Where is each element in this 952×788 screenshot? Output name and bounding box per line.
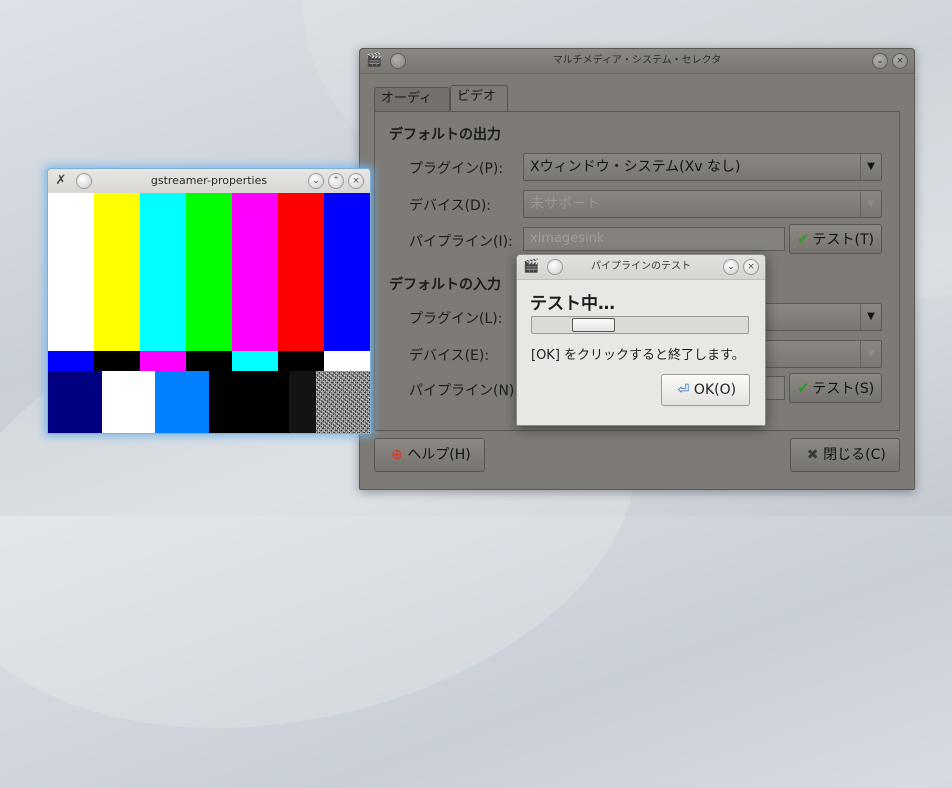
input-section-title: デフォルトの入力 [389,277,501,293]
color-bar-top [278,193,325,351]
close-button[interactable]: ✖ 閉じる(C) [790,438,900,472]
color-bar-top [232,193,279,351]
output-device-combo[interactable]: 未サポート ▼ [523,190,882,218]
gst-close-button[interactable]: × [348,173,364,189]
dialog-menu-button[interactable] [547,259,563,275]
color-bar-mid [94,351,141,371]
color-bar-bottom [155,371,210,433]
color-bar-mid [232,351,279,371]
dialog-close-button[interactable]: × [743,259,759,275]
color-bar-top [324,193,370,351]
gst-minimize-button[interactable]: ⌄ [308,173,324,189]
close-x-icon: ✖ [806,447,819,463]
main-window-title: マルチメディア・システム・セレクタ [552,55,722,66]
gst-menu-button[interactable] [76,173,92,189]
app-icon[interactable]: 🎬 [523,259,539,275]
input-plugin-label: プラグイン(L): [409,311,503,327]
check-icon: ✔ [796,230,810,248]
gst-maximize-button[interactable]: ⌃ [328,173,344,189]
tab-video-label: ビデオ [457,89,497,104]
window-menu-button[interactable] [390,53,406,69]
output-pipeline-label: パイプライン(I): [409,234,513,250]
color-bar-top [140,193,187,351]
color-bar-bottom [102,371,156,433]
input-test-label: テスト(S) [812,381,875,397]
dialog-minimize-button[interactable]: ⌄ [723,259,739,275]
color-bar-top [94,193,141,351]
lifebuoy-icon: ⊕ [390,447,403,463]
help-button[interactable]: ⊕ ヘルプ(H) [374,438,485,472]
chevron-down-icon: ▼ [860,304,881,330]
output-plugin-value: Xウィンドウ・システム(Xv なし) [530,159,741,175]
dialog-titlebar[interactable]: 🎬 パイプラインのテスト ⌄ × [517,255,765,280]
color-bar-mid [324,351,370,371]
output-device-label: デバイス(D): [409,198,492,214]
gst-window-title: gstreamer-properties [150,174,268,187]
gst-titlebar[interactable]: ✗ gstreamer-properties ⌄ ⌃ × [48,169,370,194]
test-pattern-video [48,193,370,433]
color-bar-bottom [209,371,264,433]
output-test-button[interactable]: ✔ テスト(T) [789,224,882,254]
close-button-label: 閉じる(C) [823,447,886,463]
output-pipeline-value: ximagesink [530,231,605,246]
output-test-label: テスト(T) [812,232,875,248]
color-bar-mid [278,351,325,371]
noise-patch [316,371,370,433]
tab-audio[interactable]: オーディオ [374,87,450,128]
color-bar-top [48,193,95,351]
close-window-button[interactable]: × [892,53,908,69]
enter-arrow-icon: ⏎ [677,382,690,398]
chevron-down-icon: ▼ [860,154,881,180]
check-icon: ✔ [796,379,810,397]
ok-button-label: OK(O) [693,382,737,398]
output-plugin-label: プラグイン(P): [409,161,504,177]
color-bar-mid [186,351,233,371]
dialog-title: パイプラインのテスト [591,261,691,272]
chevron-down-icon: ▼ [860,341,881,367]
output-pipeline-input[interactable]: ximagesink [523,227,785,251]
app-icon[interactable]: 🎬 [366,53,382,69]
progress-pulse [572,318,615,332]
tools-icon[interactable]: ✗ [53,173,69,189]
chevron-down-icon: ▼ [860,191,881,217]
input-pipeline-label: パイプライン(N): [409,383,520,399]
input-device-label: デバイス(E): [409,348,490,364]
main-titlebar[interactable]: 🎬 マルチメディア・システム・セレクタ ⌄ × [360,49,914,74]
color-bar-mid [48,351,95,371]
dialog-message: [OK] をクリックすると終了します。 [531,348,745,363]
color-bar-bottom [289,371,317,433]
output-section-title: デフォルトの出力 [389,127,501,143]
output-plugin-combo[interactable]: Xウィンドウ・システム(Xv なし) ▼ [523,153,882,181]
ok-button[interactable]: ⏎ OK(O) [661,374,750,406]
input-test-button[interactable]: ✔ テスト(S) [789,373,882,403]
color-bar-bottom [48,371,103,433]
color-bar-mid [140,351,187,371]
help-button-label: ヘルプ(H) [407,447,471,463]
color-bar-bottom [263,371,290,433]
output-device-value: 未サポート [530,196,600,212]
tab-video[interactable]: ビデオ [450,85,508,111]
minimize-button[interactable]: ⌄ [872,53,888,69]
pipeline-test-dialog: 🎬 パイプラインのテスト ⌄ × テスト中… [OK] をクリックすると終了しま… [516,254,766,426]
test-progress-bar [531,316,749,334]
gstreamer-properties-window: ✗ gstreamer-properties ⌄ ⌃ × [47,168,371,434]
dialog-heading: テスト中… [530,294,615,314]
color-bar-top [186,193,233,351]
